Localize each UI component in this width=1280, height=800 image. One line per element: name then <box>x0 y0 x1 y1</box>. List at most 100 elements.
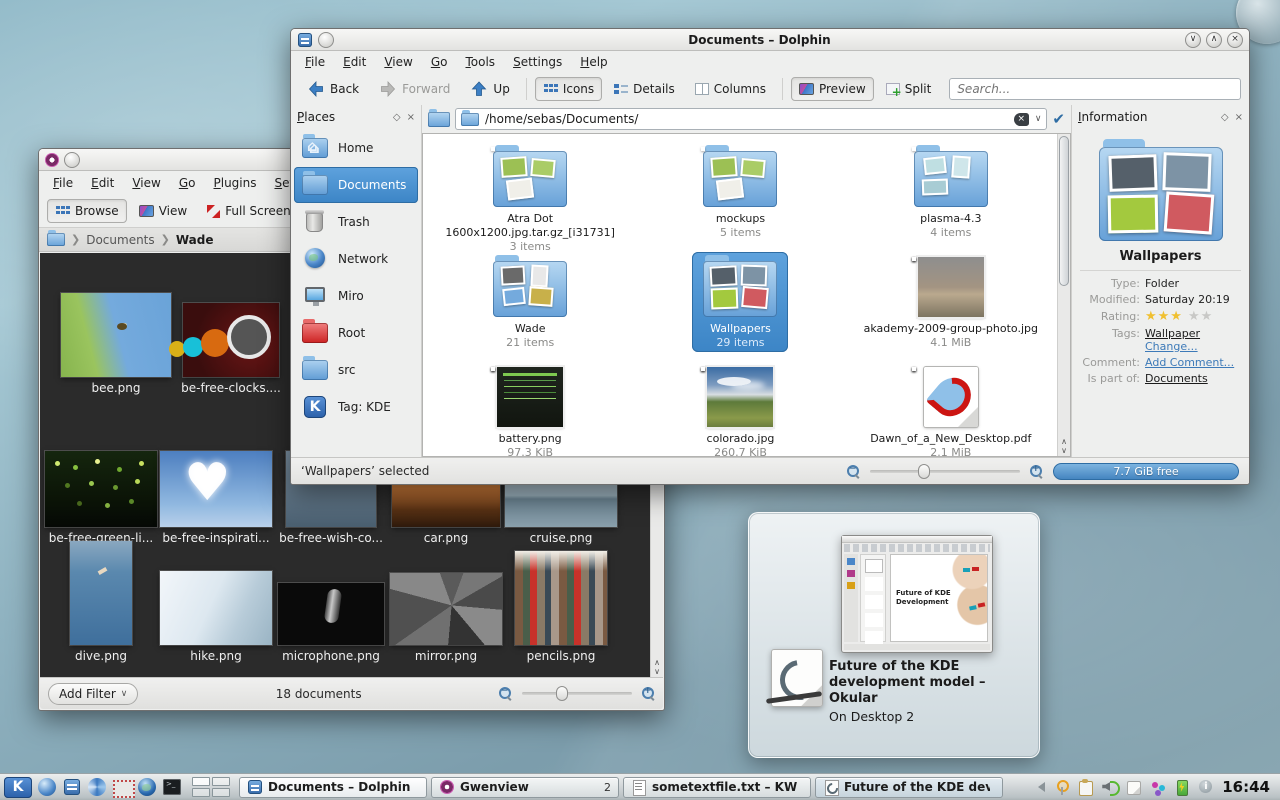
thumbnail-image[interactable] <box>183 303 279 377</box>
thumbnail-item[interactable]: bee.png <box>60 275 172 395</box>
back-button[interactable]: Back <box>299 76 367 102</box>
file-item[interactable]: Wade 21 items <box>425 248 635 358</box>
maximize-button[interactable]: ∧ <box>1206 31 1222 48</box>
file-item[interactable]: colorado.jpg 260.7 KiB <box>635 358 845 456</box>
file-item[interactable]: Wallpapers 29 items <box>635 248 845 358</box>
tray-icon[interactable] <box>1101 778 1121 796</box>
thumbnail-size-slider[interactable] <box>522 686 632 701</box>
tray-icon[interactable] <box>1173 778 1190 796</box>
file-item[interactable]: akademy-2009-group-photo.jpg 4.1 MiB <box>846 248 1056 358</box>
scrollbar-thumb[interactable] <box>1059 136 1069 286</box>
places-item[interactable]: Documents <box>294 167 418 203</box>
menu-item[interactable]: View <box>376 53 420 71</box>
thumbnail-item[interactable]: microphone.png <box>275 531 387 663</box>
split-button[interactable]: Split <box>878 77 940 101</box>
view-button[interactable]: View <box>131 199 195 223</box>
desktop-2[interactable] <box>212 777 230 786</box>
kmenu-button[interactable]: K <box>4 776 32 798</box>
thumbnail-image[interactable] <box>278 583 384 645</box>
places-item[interactable]: Root <box>294 315 418 351</box>
add-filter-button[interactable]: Add Filter ∨ <box>48 682 139 705</box>
zoom-in-icon[interactable]: + <box>642 686 655 700</box>
launcher-icon[interactable] <box>36 777 58 798</box>
clock[interactable]: 16:44 <box>1222 778 1270 796</box>
icon-size-slider[interactable] <box>870 463 1020 479</box>
places-item[interactable]: Network <box>294 241 418 277</box>
thumbnail-image[interactable] <box>61 293 171 377</box>
preview-button[interactable]: Preview <box>790 77 874 101</box>
details-view-button[interactable]: Details <box>606 77 683 101</box>
launcher-icon[interactable] <box>61 777 83 798</box>
places-item[interactable]: src <box>294 352 418 388</box>
scrollbar-arrows[interactable]: ∧ ∨ <box>1058 437 1070 455</box>
places-folder-button[interactable] <box>428 108 450 127</box>
thumbnail-image[interactable] <box>515 551 607 645</box>
dolphin-titlebar[interactable]: Documents – Dolphin ∨ ∧ × <box>291 29 1249 51</box>
close-panel-icon[interactable]: × <box>407 112 415 123</box>
places-header[interactable]: Places ◇ × <box>291 105 421 129</box>
scrollbar-arrows[interactable]: ∧ ∨ <box>651 658 663 676</box>
icons-view-button[interactable]: Icons <box>534 77 603 101</box>
browse-button[interactable]: Browse <box>47 199 127 223</box>
places-item[interactable]: Home <box>294 130 418 166</box>
thumbnail-item[interactable]: be-free-green-li... <box>45 425 157 545</box>
thumbnail-item[interactable]: dive.png <box>45 531 157 663</box>
search-input[interactable] <box>949 78 1241 100</box>
thumbnail-item[interactable]: pencils.png <box>505 531 617 663</box>
launcher-icon[interactable] <box>86 777 108 798</box>
tray-icon[interactable] <box>1149 778 1166 796</box>
places-item[interactable]: K Tag: KDE <box>294 389 418 425</box>
menu-item[interactable]: Help <box>572 53 615 71</box>
file-item[interactable]: battery.png 97.3 KiB <box>425 358 635 456</box>
tray-icon[interactable] <box>1029 778 1046 796</box>
close-panel-icon[interactable]: × <box>1235 112 1243 123</box>
thumbnail-image[interactable] <box>45 451 157 527</box>
menu-item[interactable]: Plugins <box>205 174 264 192</box>
rating-stars-empty[interactable]: ★★ <box>1188 309 1213 324</box>
menu-item[interactable]: Tools <box>457 53 503 71</box>
float-panel-icon[interactable]: ◇ <box>1221 112 1229 123</box>
change-tags-link[interactable]: Change... <box>1145 340 1198 353</box>
add-comment-link[interactable]: Add Comment... <box>1145 356 1234 369</box>
launcher-icon[interactable] <box>136 777 158 798</box>
minimize-button[interactable]: ∨ <box>1185 31 1201 48</box>
folder-icon[interactable] <box>47 230 65 246</box>
gwenview-pin-button[interactable] <box>64 151 80 168</box>
virtual-desktop-pager[interactable] <box>192 777 230 797</box>
file-item[interactable]: Dawn_of_a_New_Desktop.pdf 2.1 MiB <box>846 358 1056 456</box>
close-button[interactable]: × <box>1227 31 1243 48</box>
thumbnail-item[interactable]: mirror.png <box>390 531 502 663</box>
zoom-in-icon[interactable]: + <box>1030 464 1043 478</box>
task-button[interactable]: Gwenview 2 <box>431 776 619 798</box>
location-dropdown-icon[interactable]: ∨ <box>1035 114 1042 124</box>
editable-location-toggle[interactable]: ✔ <box>1052 110 1065 128</box>
thumbnail-image[interactable] <box>70 541 132 645</box>
menu-item[interactable]: File <box>45 174 81 192</box>
forward-button[interactable]: Forward <box>371 76 458 102</box>
zoom-out-icon[interactable]: − <box>499 686 512 700</box>
menu-item[interactable]: Edit <box>335 53 374 71</box>
file-view[interactable]: Atra Dot 1600x1200.jpg.tar.gz_[i31731] 3… <box>422 133 1071 457</box>
thumbnail-image[interactable] <box>160 451 272 527</box>
thumbnail-item[interactable]: be-free-clocks.... <box>175 275 287 395</box>
thumbnail-image[interactable] <box>160 571 272 645</box>
dolphin-pin-button[interactable] <box>318 31 334 48</box>
information-header[interactable]: Information ◇ × <box>1072 105 1249 129</box>
menu-item[interactable]: Go <box>423 53 456 71</box>
info-row-rating[interactable]: Rating: ★★★ ★★ <box>1078 309 1243 324</box>
okular-window-thumbnail[interactable]: Future of KDE Development <box>841 535 993 653</box>
task-button[interactable]: Future of the KDE developme <box>815 776 1003 798</box>
menu-item[interactable]: Settings <box>505 53 570 71</box>
breadcrumb-wade[interactable]: Wade <box>176 233 214 247</box>
task-button[interactable]: sometextfile.txt – KWrite <box>623 776 811 798</box>
dolphin-scrollbar[interactable]: ∧ ∨ <box>1057 134 1070 456</box>
fullscreen-button[interactable]: Full Screen <box>199 199 299 223</box>
dolphin-window[interactable]: Documents – Dolphin ∨ ∧ × File Edit View Go… <box>290 28 1250 485</box>
menu-item[interactable]: View <box>124 174 168 192</box>
zoom-out-icon[interactable]: − <box>847 464 860 478</box>
location-path[interactable]: /home/sebas/Documents/ <box>485 112 1008 126</box>
desktop-4[interactable] <box>212 788 230 797</box>
clear-location-icon[interactable]: × <box>1013 112 1029 126</box>
launcher-icon[interactable] <box>111 777 135 798</box>
up-button[interactable]: Up <box>462 76 517 102</box>
